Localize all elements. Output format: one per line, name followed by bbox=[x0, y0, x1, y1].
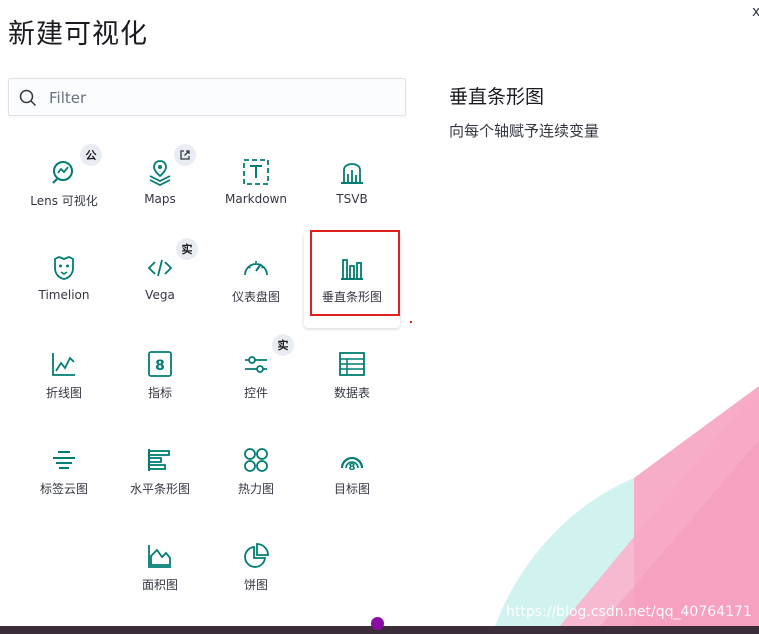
gauge-icon bbox=[244, 261, 268, 276]
external-link-badge bbox=[174, 144, 196, 166]
tile-tsvb[interactable]: TSVB bbox=[304, 136, 400, 232]
svg-text:8: 8 bbox=[349, 462, 356, 473]
tile-label: Maps bbox=[144, 192, 176, 206]
tile-label: Timelion bbox=[38, 288, 90, 302]
tile-label: 仪表盘图 bbox=[231, 290, 280, 304]
line-chart-icon bbox=[52, 353, 75, 376]
tile-label: Lens 可视化 bbox=[30, 194, 98, 208]
tile-area[interactable]: 面积图 bbox=[112, 520, 208, 616]
tile-label: Markdown bbox=[225, 192, 287, 206]
tile-pie[interactable]: 饼图 bbox=[208, 520, 304, 616]
tile-markdown[interactable]: Markdown bbox=[208, 136, 304, 232]
close-button[interactable]: x bbox=[752, 4, 759, 20]
selection-highlight-box bbox=[310, 230, 400, 316]
beta-badge: 公 bbox=[80, 144, 102, 166]
tile-horizontal-bar[interactable]: 水平条形图 bbox=[112, 424, 208, 520]
pie-chart-icon bbox=[244, 543, 269, 568]
lens-icon bbox=[52, 161, 73, 184]
tag-cloud-icon bbox=[53, 451, 75, 469]
maps-icon bbox=[149, 160, 171, 186]
heatmap-icon bbox=[244, 448, 268, 472]
tile-label: 面积图 bbox=[141, 578, 178, 592]
vega-icon bbox=[147, 259, 173, 277]
goal-icon: 8 bbox=[340, 456, 364, 473]
tile-label: 数据表 bbox=[333, 386, 370, 400]
markdown-icon bbox=[243, 159, 269, 185]
experimental-badge: 实 bbox=[272, 334, 294, 356]
description-text: 向每个轴赋予连续变量 bbox=[449, 122, 600, 140]
external-link-icon bbox=[180, 150, 190, 160]
tile-line[interactable]: 折线图 bbox=[16, 328, 112, 424]
metric-icon: 8 bbox=[148, 351, 172, 377]
tile-label: 折线图 bbox=[45, 386, 82, 400]
search-input[interactable] bbox=[47, 85, 401, 111]
tile-data-table[interactable]: 数据表 bbox=[304, 328, 400, 424]
experimental-badge: 实 bbox=[176, 238, 198, 260]
area-chart-icon bbox=[148, 545, 171, 568]
tile-label: TSVB bbox=[336, 192, 368, 206]
tile-label: 控件 bbox=[243, 386, 268, 400]
annotation-dot bbox=[410, 321, 412, 323]
tile-heatmap[interactable]: 热力图 bbox=[208, 424, 304, 520]
tile-goal[interactable]: 8 目标图 bbox=[304, 424, 400, 520]
horizontal-bar-icon bbox=[148, 449, 170, 471]
controls-icon bbox=[245, 356, 267, 373]
tile-tag-cloud[interactable]: 标签云图 bbox=[16, 424, 112, 520]
tsvb-icon bbox=[341, 163, 363, 184]
tile-metric[interactable]: 8 指标 bbox=[112, 328, 208, 424]
bottom-indicator bbox=[371, 617, 384, 630]
tile-label: 指标 bbox=[147, 386, 172, 400]
tile-label: 饼图 bbox=[243, 578, 268, 592]
search-box[interactable] bbox=[8, 78, 406, 116]
tile-timelion[interactable]: Timelion bbox=[16, 232, 112, 328]
tile-label: 水平条形图 bbox=[129, 482, 190, 496]
tile-label: Vega bbox=[145, 288, 175, 302]
watermark: https://blog.csdn.net/qq_40764171 bbox=[506, 604, 752, 620]
search-icon bbox=[19, 89, 37, 107]
tile-gauge[interactable]: 仪表盘图 bbox=[208, 232, 304, 328]
visualization-grid: Lens 可视化 公 Maps Markdown TSVB Timelion V… bbox=[16, 136, 400, 616]
tile-label: 标签云图 bbox=[39, 482, 88, 496]
tile-label: 目标图 bbox=[333, 482, 370, 496]
svg-text:8: 8 bbox=[155, 358, 165, 374]
data-table-icon bbox=[339, 352, 365, 376]
tile-label: 热力图 bbox=[237, 482, 274, 496]
page-title: 新建可视化 bbox=[8, 19, 148, 50]
timelion-icon bbox=[54, 256, 74, 280]
description-title: 垂直条形图 bbox=[449, 86, 545, 108]
